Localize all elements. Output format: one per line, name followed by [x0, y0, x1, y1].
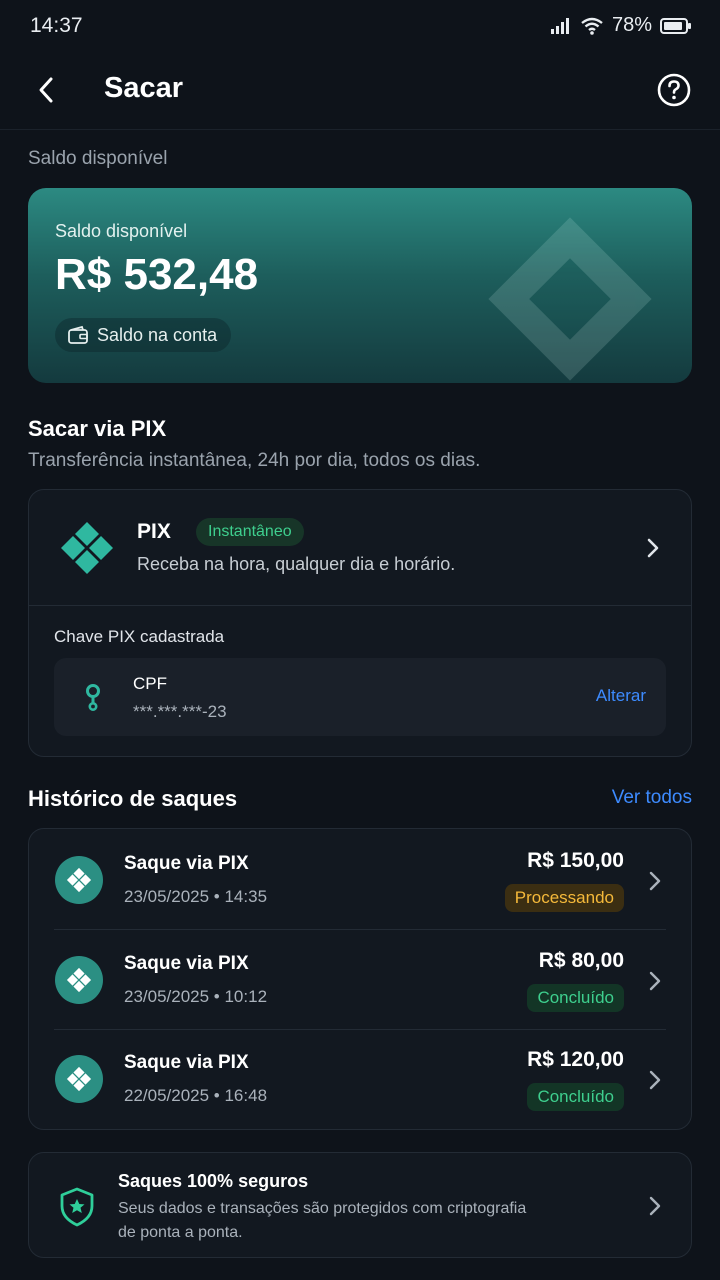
- transaction-title: Saque via PIX: [124, 953, 249, 974]
- history-list: Saque via PIX 23/05/2025 • 14:35 R$ 150,…: [28, 828, 692, 1130]
- pix-key-box: CPF ***.***.***-23 Alterar: [54, 658, 666, 736]
- chevron-right-icon: [649, 1070, 661, 1090]
- security-info-card[interactable]: Saques 100% seguros Seus dados e transaç…: [28, 1152, 692, 1258]
- balance-section-label: Saldo disponível: [28, 148, 168, 169]
- transaction-date: 22/05/2025 • 16:48: [124, 1086, 268, 1105]
- pix-avatar: [55, 856, 103, 904]
- pix-logo-icon: [66, 967, 92, 993]
- pix-logo-icon: [66, 867, 92, 893]
- balance-value: R$ 532,48: [55, 250, 259, 299]
- transaction-title: Saque via PIX: [124, 853, 249, 874]
- status-indicators: 78%: [550, 14, 692, 37]
- chevron-right-icon: [649, 971, 661, 991]
- pix-key-label: Chave PIX cadastrada: [54, 627, 225, 646]
- pix-key-value: ***.***.***-23: [133, 702, 227, 721]
- page-title: Sacar: [104, 72, 184, 104]
- history-title: Histórico de saques: [28, 786, 238, 811]
- pix-logo-icon: [66, 1066, 92, 1092]
- shield-icon: [60, 1187, 94, 1227]
- transaction-date: 23/05/2025 • 14:35: [124, 887, 268, 906]
- transaction-title: Saque via PIX: [124, 1052, 249, 1073]
- change-pix-key-link[interactable]: Alterar: [596, 686, 646, 706]
- pix-method-card: PIX Instantâneo Receba na hora, qualquer…: [28, 489, 692, 757]
- chevron-right-icon: [649, 1196, 661, 1216]
- divider: [29, 605, 691, 606]
- top-app-bar: Sacar: [0, 56, 720, 130]
- pix-method-name: PIX: [137, 520, 171, 543]
- pix-avatar: [55, 956, 103, 1004]
- transaction-amount: R$ 80,00: [538, 949, 624, 972]
- back-button[interactable]: [28, 72, 64, 108]
- pix-avatar: [55, 1055, 103, 1103]
- balance-card: Saldo disponível R$ 532,48 Saldo na cont…: [28, 188, 692, 383]
- security-title: Saques 100% seguros: [118, 1171, 309, 1191]
- chevron-right-icon: [649, 871, 661, 891]
- battery-percent: 78%: [611, 14, 652, 36]
- status-badge: Processando: [504, 884, 624, 912]
- pix-method-description: Receba na hora, qualquer dia e horário.: [137, 554, 456, 574]
- balance-label: Saldo disponível: [55, 221, 188, 241]
- status-badge: Concluído: [527, 984, 624, 1012]
- back-arrow-icon: [39, 77, 53, 103]
- chevron-right-icon: [647, 538, 659, 558]
- account-balance-chip: Saldo na conta: [55, 318, 232, 352]
- wifi-icon: [581, 17, 603, 35]
- account-chip-label: Saldo na conta: [97, 324, 218, 345]
- key-icon: [86, 684, 100, 711]
- pix-logo-icon: [61, 522, 113, 574]
- transaction-amount: R$ 120,00: [527, 1048, 624, 1071]
- history-item[interactable]: Saque via PIX 23/05/2025 • 14:35 R$ 150,…: [29, 829, 691, 929]
- transaction-date: 23/05/2025 • 10:12: [124, 987, 268, 1006]
- pix-section-title: Sacar via PIX: [28, 416, 167, 441]
- wallet-icon: [68, 325, 88, 344]
- pix-watermark-icon: [488, 217, 652, 381]
- pix-key-type: CPF: [133, 674, 167, 693]
- help-icon: [657, 73, 691, 107]
- status-time: 14:37: [30, 14, 83, 37]
- help-button[interactable]: [656, 72, 692, 108]
- signal-icon: [550, 17, 569, 34]
- history-item[interactable]: Saque via PIX 23/05/2025 • 10:12 R$ 80,0…: [29, 930, 691, 1030]
- see-all-link[interactable]: Ver todos: [612, 787, 692, 809]
- instant-badge: Instantâneo: [196, 518, 304, 546]
- history-item[interactable]: Saque via PIX 22/05/2025 • 16:48 R$ 120,…: [29, 1030, 691, 1130]
- transaction-amount: R$ 150,00: [527, 849, 624, 872]
- battery-icon: [660, 17, 691, 34]
- pix-method-option[interactable]: PIX Instantâneo Receba na hora, qualquer…: [29, 490, 691, 606]
- security-description: Seus dados e transações são protegidos c…: [118, 1200, 527, 1241]
- status-badge: Concluído: [527, 1083, 624, 1111]
- pix-section-subtitle: Transferência instantânea, 24h por dia, …: [28, 450, 481, 471]
